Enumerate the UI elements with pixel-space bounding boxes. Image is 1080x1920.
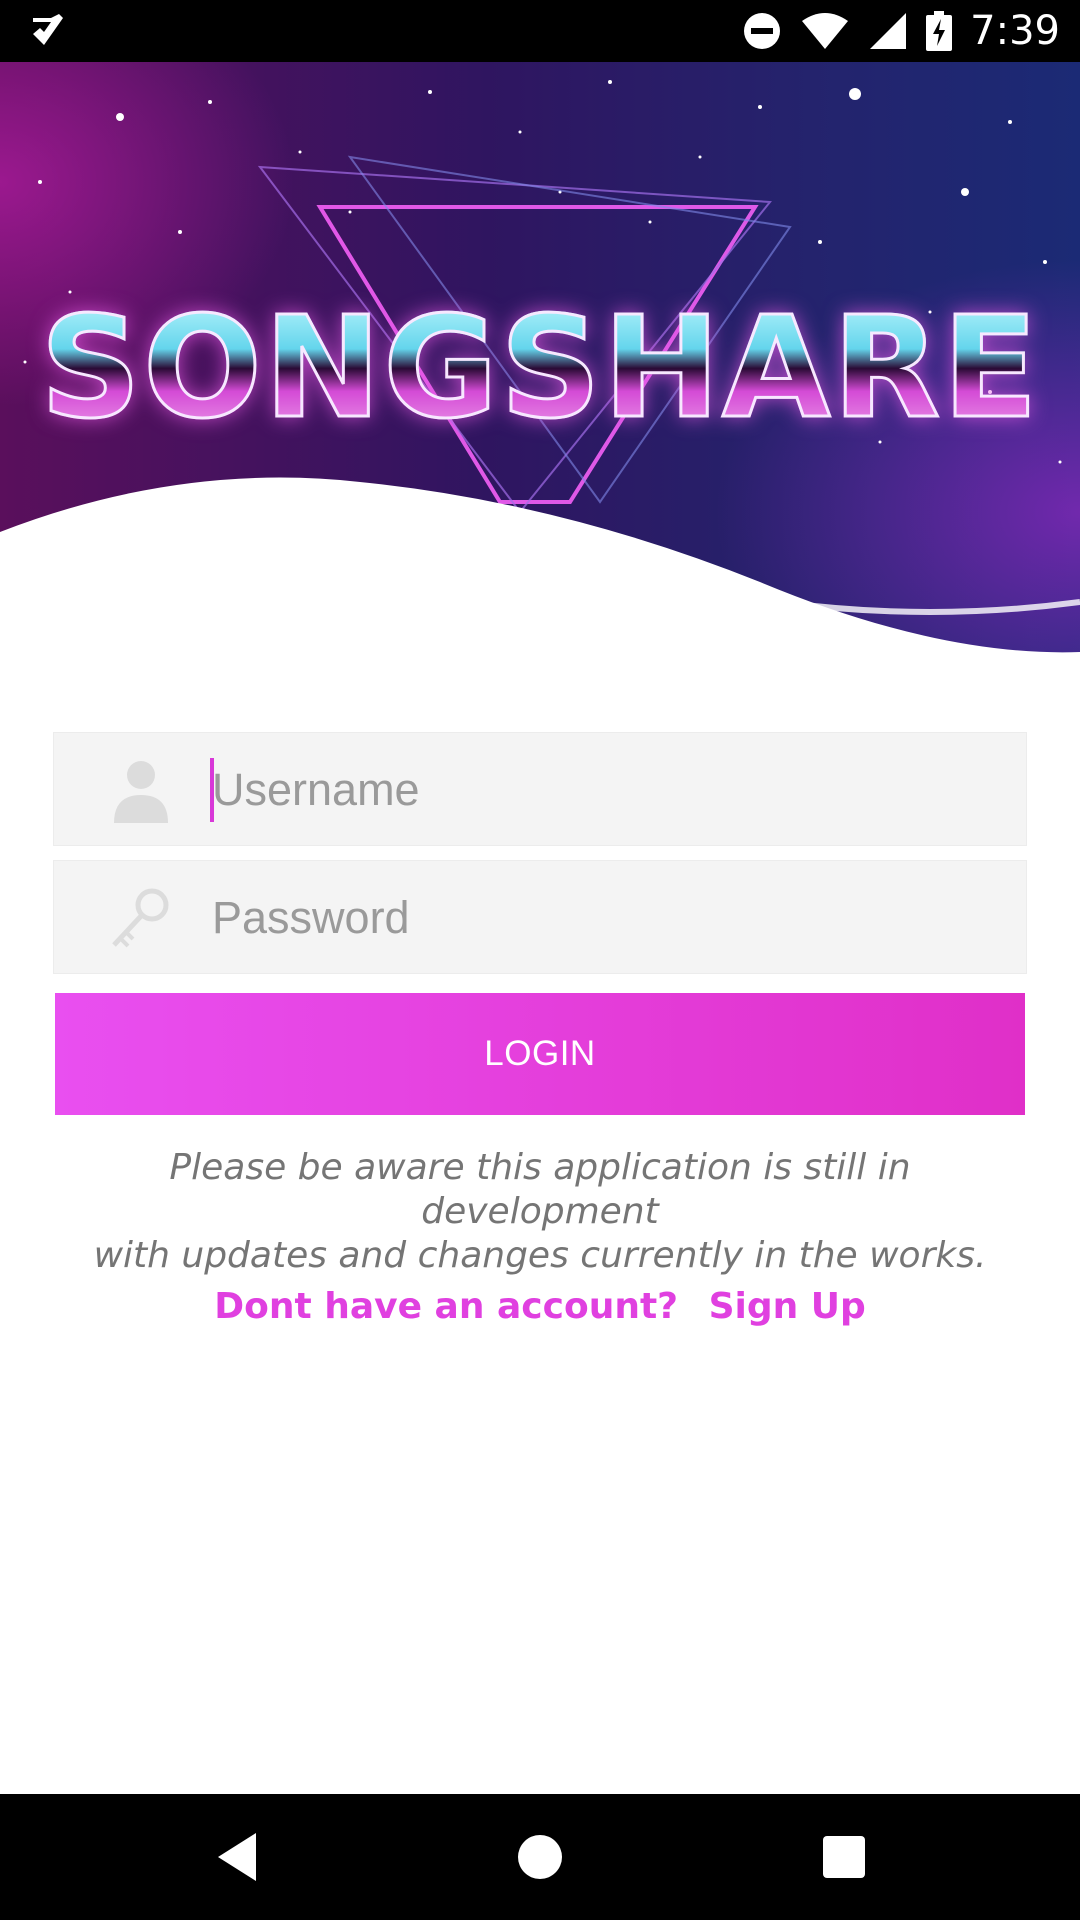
cell-signal-icon (870, 13, 907, 49)
notice-line-1: Please be aware this application is stil… (169, 1147, 911, 1232)
signup-prompt: Dont have an account? (214, 1286, 679, 1327)
signup-row: Dont have an account? Sign Up (0, 1286, 1080, 1327)
key-icon (112, 888, 169, 948)
development-notice: Please be aware this application is stil… (60, 1146, 1020, 1278)
navigation-bar (0, 1794, 1080, 1920)
status-icons: 7:39 (742, 0, 1060, 62)
user-icon (114, 761, 168, 823)
back-icon[interactable] (206, 1827, 266, 1887)
password-field[interactable]: Password (53, 860, 1027, 974)
password-placeholder: Password (212, 892, 410, 943)
status-bar: 7:39 (0, 0, 1080, 62)
signup-link[interactable]: Sign Up (709, 1286, 866, 1327)
battery-charging-icon (926, 11, 953, 51)
notice-line-2: with updates and changes currently in th… (93, 1235, 987, 1276)
recents-icon[interactable] (814, 1827, 874, 1887)
check-notification-icon (33, 14, 63, 45)
username-placeholder: Username (212, 764, 420, 815)
do-not-disturb-icon (744, 13, 781, 49)
hero-banner: SONGSHARE (0, 62, 1080, 662)
wifi-icon (802, 13, 849, 49)
app-logo: SONGSHARE (0, 286, 1080, 452)
username-field[interactable]: Username (53, 732, 1027, 846)
home-icon[interactable] (510, 1827, 570, 1887)
login-button[interactable]: LOGIN (55, 993, 1025, 1115)
text-cursor (210, 758, 214, 822)
status-clock: 7:39 (970, 8, 1060, 54)
